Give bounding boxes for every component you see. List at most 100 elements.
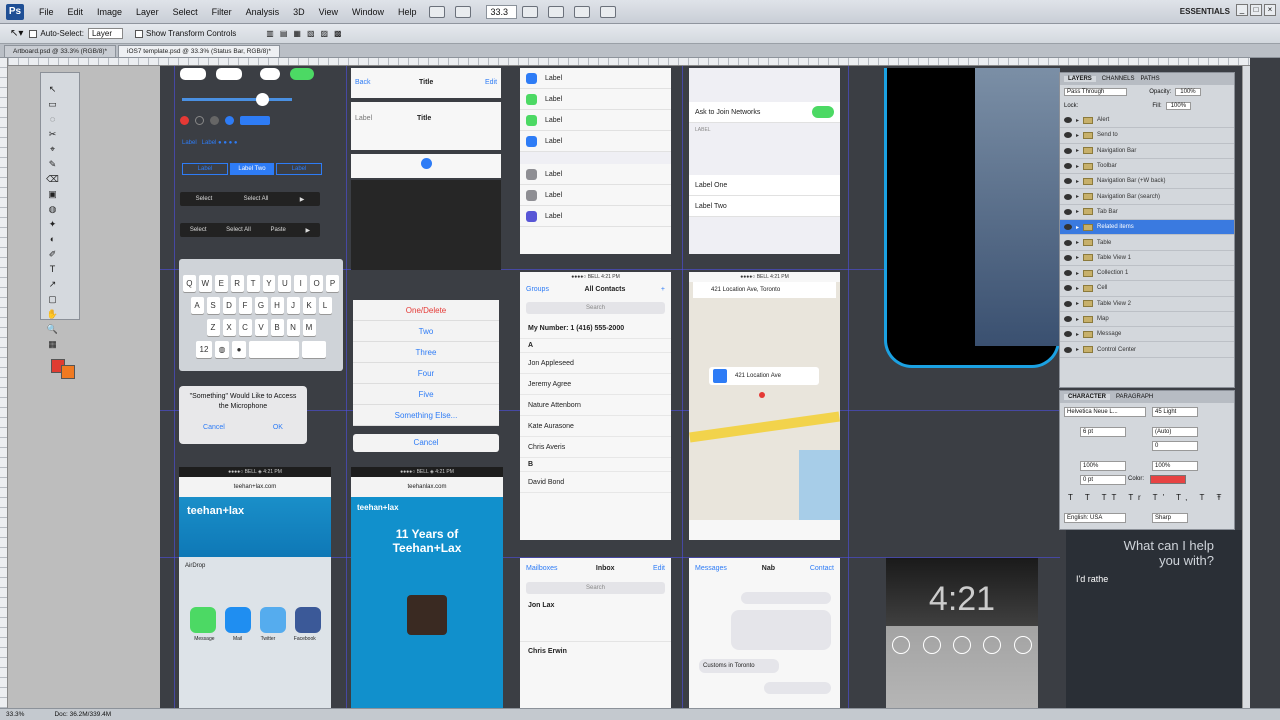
layer-row[interactable]: ▸ Table [1060,235,1234,251]
font-family-select[interactable]: Helvetica Neue L... [1064,407,1146,417]
arrow-right-icon[interactable]: ▶ [300,196,305,203]
layer-row[interactable]: ▸ Table View 2 [1060,297,1234,312]
segment-item-selected[interactable]: Label Two [230,163,274,175]
edit-button[interactable]: Edit [485,79,497,86]
minimize-icon[interactable]: _ [1236,4,1248,16]
key[interactable]: B [270,319,284,336]
key[interactable]: L [318,297,332,314]
doc-tab-ios7-template[interactable]: iOS7 template.psd @ 33.3% (Status Bar, R… [118,45,280,57]
groups-button[interactable]: Groups [526,282,549,298]
marquee-tool-icon[interactable]: ▭ [45,98,60,111]
key[interactable]: K [302,297,316,314]
contact-row[interactable]: David Bond [520,472,671,493]
layer-row[interactable]: ▸ Control Center [1060,342,1234,358]
minibridge-icon[interactable] [454,5,471,18]
layer-row[interactable]: ▸ Alert [1060,113,1234,129]
eye-icon[interactable] [1064,163,1072,170]
menu-select[interactable]: Select [166,0,205,24]
contact-row[interactable]: Nature Attenborn [520,395,671,416]
key[interactable]: E [214,275,228,292]
expand-icon[interactable]: ▸ [1076,285,1079,292]
eye-icon[interactable] [1064,300,1072,307]
eye-icon[interactable] [1064,224,1072,231]
lock-rotation-icon[interactable] [1013,636,1032,654]
back-button[interactable]: Back [355,79,371,86]
move-tool-icon[interactable]: ↖ [45,83,60,96]
eye-icon[interactable] [1064,147,1072,154]
rotate-view-icon[interactable] [548,5,565,18]
layer-row[interactable]: ▸ Related items [1060,220,1234,236]
key[interactable]: I [294,275,308,292]
eye-icon[interactable] [1064,178,1072,185]
map-search-bar[interactable]: 421 Location Ave, Toronto [693,282,836,298]
zoom-level[interactable]: 33.3% [6,711,24,718]
action-item[interactable]: Something Else... [353,405,499,426]
url-bar[interactable]: teehanlax.com [351,477,503,497]
expand-icon[interactable]: ▸ [1076,117,1079,124]
eye-icon[interactable] [1064,208,1072,215]
contact-row[interactable]: Jeremy Agree [520,374,671,395]
num-key[interactable]: 12 [196,341,212,358]
menu-analysis[interactable]: Analysis [239,0,287,24]
key[interactable]: Z [206,319,220,336]
expand-icon[interactable]: ▸ [1076,224,1079,231]
vertical-scrollbar[interactable] [1242,66,1250,708]
action-item[interactable]: Two [353,321,499,342]
mail-icon[interactable] [224,607,251,633]
toggle-on[interactable] [812,106,834,118]
empty-dot-icon[interactable] [195,116,204,125]
layer-row[interactable]: ▸ Collection 1 [1060,266,1234,282]
menu-paste-item[interactable]: Paste [271,227,286,233]
contact-row[interactable]: Kate Aurasone [520,416,671,437]
lasso-tool-icon[interactable]: ◌ [45,113,60,126]
message-icon[interactable] [189,607,216,633]
expand-icon[interactable]: ▸ [1076,346,1079,353]
airdrop-row[interactable]: AirDrop [185,563,325,591]
eye-icon[interactable] [1064,193,1072,200]
settings-row[interactable]: Label [520,89,671,110]
fill-input[interactable]: 100% [1165,102,1192,110]
expand-icon[interactable]: ▸ [1076,270,1079,277]
globe-icon[interactable]: ◍ [215,341,229,358]
blur-tool-icon[interactable]: ✦ [45,218,60,231]
tab-layers[interactable]: LAYERS [1064,76,1096,82]
background-color[interactable] [61,365,75,379]
path-select-tool-icon[interactable]: ↗ [45,278,60,291]
menu-filter[interactable]: Filter [205,0,239,24]
key[interactable]: U [278,275,292,292]
contact-row[interactable]: Jon Appleseed [520,353,671,374]
tab-character[interactable]: CHARACTER [1064,394,1110,400]
menu-select-item[interactable]: Select [196,196,213,202]
key[interactable]: O [310,275,324,292]
key[interactable]: N [286,319,300,336]
tracking-input[interactable]: 0 [1152,441,1198,451]
eye-icon[interactable] [1064,117,1072,124]
hand-tool-icon[interactable] [522,5,539,18]
tab-icon-selected[interactable] [421,158,432,169]
action-item[interactable]: Four [353,363,499,384]
language-select[interactable]: English: USA [1064,513,1126,523]
stamp-tool-icon[interactable]: ▣ [45,188,60,201]
expand-icon[interactable]: ▸ [1076,163,1079,170]
settings-row[interactable]: Label [520,68,671,89]
key[interactable]: W [198,275,212,292]
key[interactable]: S [206,297,220,314]
font-size-input[interactable]: 6 pt [1080,427,1126,437]
layer-row[interactable]: ▸ Cell [1060,281,1234,297]
action-item[interactable]: Five [353,384,499,405]
settings-row[interactable]: Label [520,110,671,131]
contact-row[interactable]: Chris Averis [520,437,671,458]
menu-view[interactable]: View [312,0,345,24]
menu-help[interactable]: Help [391,0,424,24]
blue-dot-icon[interactable] [225,116,234,125]
dodge-tool-icon[interactable]: ◐ [45,233,60,246]
move-tool-icon[interactable]: ↖▾ [10,28,23,39]
arrange-documents-icon[interactable] [574,5,591,18]
mic-icon[interactable]: ● [232,341,246,358]
bluetooth-icon[interactable] [952,636,971,654]
font-style-select[interactable]: 45 Light [1152,407,1198,417]
eye-icon[interactable] [1064,270,1072,277]
eraser-tool-icon[interactable]: ⌫ [45,173,60,186]
alert-ok-button[interactable]: OK [273,424,283,431]
return-key[interactable] [302,341,326,358]
